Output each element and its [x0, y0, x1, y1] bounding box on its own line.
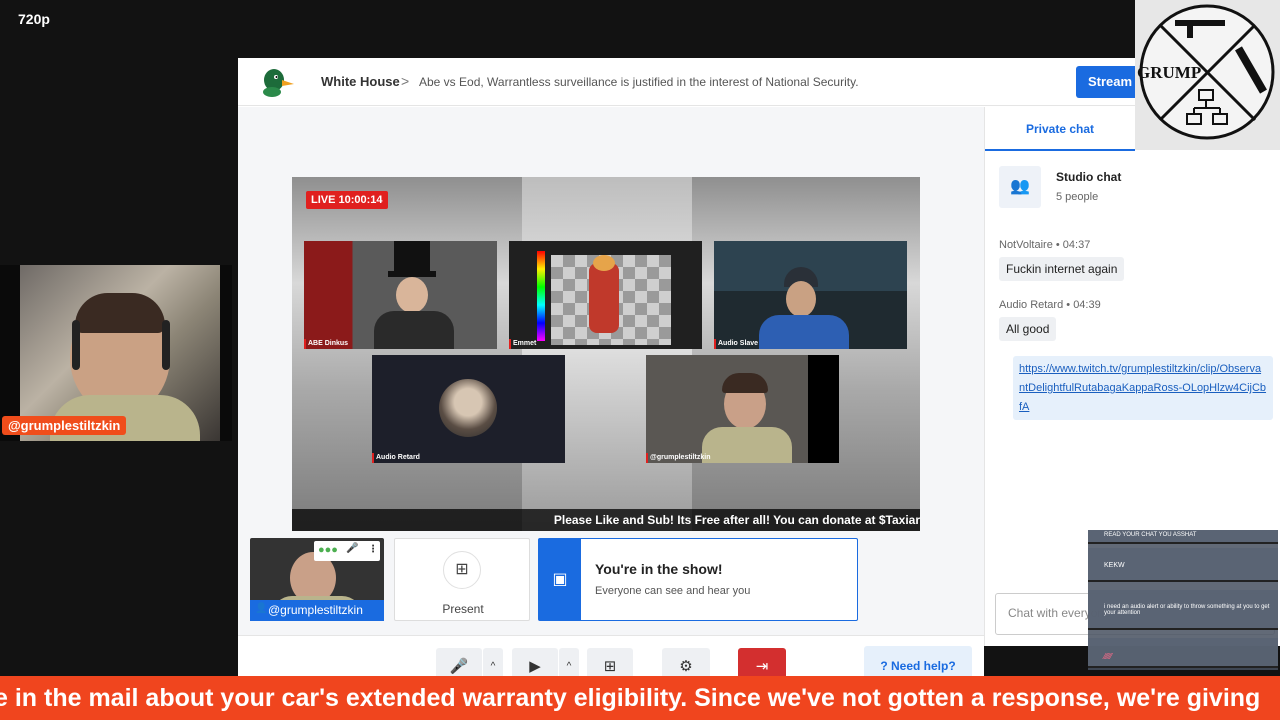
present-screen-icon: ⊞ [443, 551, 481, 589]
chat-room-subtitle: 5 people [1056, 191, 1099, 203]
overlay-chat-text: READ YOUR CHAT YOU ASSHAT [1104, 532, 1197, 538]
stage-ticker: Please Like and Sub! Its Free after all!… [292, 509, 920, 531]
people-icon: 👥 [999, 166, 1041, 208]
video-tile: ABE Dinkus [304, 241, 497, 349]
in-show-subtitle: Everyone can see and hear you [595, 585, 751, 597]
grump-logo: GRUMP [1135, 0, 1280, 150]
chat-author: NotVoltaire [999, 239, 1053, 251]
chat-message-header: NotVoltaire • 04:37 [999, 239, 1091, 251]
overlay-chat-row: i need an audio alert or ability to thro… [1088, 590, 1278, 630]
breadcrumb-separator: > [401, 73, 410, 89]
chat-link-message[interactable]: https://www.twitch.tv/grumplestiltzkin/c… [1013, 356, 1273, 420]
overlay-chat-text: i need an audio alert or ability to thro… [1104, 604, 1270, 616]
self-name-bar: 👤 @grumplestiltzkin [250, 600, 384, 621]
avatar [439, 379, 497, 437]
person-badge-icon: ▣ [539, 539, 581, 620]
broadcast-title: Abe vs Eod, Warrantless surveillance is … [419, 75, 859, 89]
in-show-title: You're in the show! [595, 561, 723, 577]
video-tile: Emmet [509, 241, 702, 349]
logo-text: GRUMP [1137, 63, 1201, 82]
bottom-ticker-text: e in the mail about your car's extended … [0, 684, 1261, 712]
chat-message-body: Fuckin internet again [999, 257, 1125, 281]
more-options-icon[interactable]: ⋮ [368, 544, 378, 555]
video-tile: Audio Slave [714, 241, 907, 349]
help-icon: ? [880, 659, 888, 673]
chat-message-body: All good [999, 317, 1057, 341]
audio-level-icon: ●●● [318, 544, 338, 556]
live-badge: LIVE 10:00:14 [306, 191, 388, 209]
webcam-video [20, 265, 220, 441]
chat-author: Audio Retard [999, 299, 1064, 311]
overlay-chat-row: ⁄⁄⁄⁄⁄⁄ [1088, 638, 1278, 668]
grump-logo-emblem-icon: GRUMP [1137, 4, 1275, 140]
duck-logo-icon [263, 69, 294, 97]
bottom-ticker: e in the mail about your car's extended … [0, 676, 1280, 720]
resolution-label: 720p [18, 11, 50, 27]
stream-button[interactable]: Stream t [1076, 66, 1140, 98]
video-tile: Audio Retard [372, 355, 565, 463]
video-tile: @grumplestiltzkin [646, 355, 839, 463]
person-icon: 👤 [255, 603, 268, 614]
tile-label: Audio Retard [376, 454, 420, 461]
tile-label: Audio Slave [718, 340, 759, 347]
overlay-chat-row: KEKW [1088, 548, 1278, 582]
top-bar: White House > Abe vs Eod, Warrantless su… [238, 58, 1280, 106]
studio-main-area: LIVE 10:00:14 ABE Dinkus Emmet Audio Sla… [238, 107, 984, 695]
tile-label: @grumplestiltzkin [650, 454, 711, 461]
overlay-chat-text: KEKW [1104, 562, 1125, 569]
self-card-controls: ●●● 🎤 ⋮ [314, 541, 380, 561]
tile-label: Emmet [513, 340, 537, 347]
present-button[interactable]: ⊞ Present [394, 538, 530, 621]
present-label: Present [442, 602, 484, 616]
chat-room-title: Studio chat [1056, 170, 1122, 184]
self-name: @grumplestiltzkin [268, 603, 363, 617]
webcam-panel [0, 265, 232, 441]
chat-message-header: Audio Retard • 04:39 [999, 299, 1101, 311]
overlay-chat: READ YOUR CHAT YOU ASSHAT KEKW i need an… [1088, 530, 1278, 670]
chat-time: 04:39 [1073, 299, 1101, 311]
in-show-card: ▣ You're in the show! Everyone can see a… [538, 538, 858, 621]
chat-time: 04:37 [1062, 239, 1091, 251]
stage-preview: LIVE 10:00:14 ABE Dinkus Emmet Audio Sla… [292, 177, 920, 531]
webcam-username-tag: @grumplestiltzkin [2, 416, 127, 435]
overlay-chat-row: READ YOUR CHAT YOU ASSHAT [1088, 530, 1278, 544]
tab-private-chat[interactable]: Private chat [985, 107, 1135, 151]
statue-background [522, 177, 692, 531]
breadcrumb-root[interactable]: White House [321, 74, 400, 89]
mic-icon[interactable]: 🎤 [346, 543, 358, 554]
tile-label: ABE Dinkus [308, 340, 349, 347]
need-help-label: Need help? [891, 659, 956, 673]
